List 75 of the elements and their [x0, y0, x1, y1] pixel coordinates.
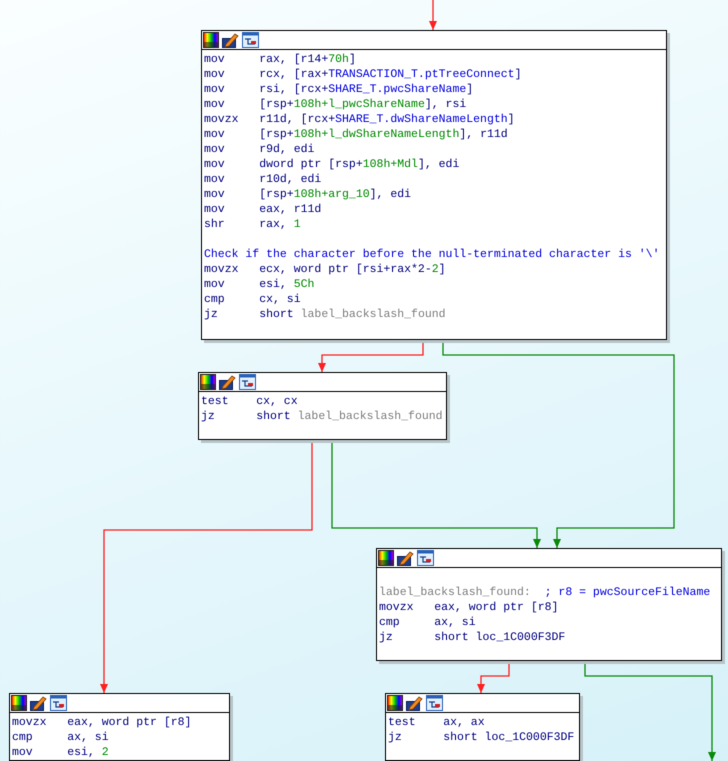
pencil-icon[interactable]: [30, 695, 47, 711]
palette-icon[interactable]: [200, 374, 216, 390]
mnemonic: mov: [204, 52, 226, 67]
operand: eax, r11d: [259, 202, 322, 217]
mnemonic: movzx: [204, 112, 240, 127]
operand: rsi, [rcx+SHARE_T.pwcShareName]: [259, 82, 474, 97]
mnemonic: mov: [204, 202, 226, 217]
operand: r9d, edi: [259, 142, 314, 157]
mnemonic: test: [201, 394, 230, 409]
operand: ax, si: [67, 730, 109, 745]
palette-icon[interactable]: [203, 32, 219, 48]
palette-icon[interactable]: [11, 695, 27, 711]
operand: cx, si: [259, 292, 301, 307]
operand: rcx, [rax+TRANSACTION_T.ptTreeConnect]: [259, 67, 522, 82]
mnemonic: shr: [204, 217, 226, 232]
operand: ax, ax: [443, 715, 485, 730]
operand: short loc_1C000F3DF: [434, 630, 566, 645]
pencil-icon[interactable]: [406, 695, 423, 711]
mnemonic: movzx: [12, 715, 48, 730]
pencil-icon[interactable]: [219, 374, 236, 390]
mnemonic: mov: [204, 172, 226, 187]
code-comment: Check if the character before the null-terminated character is '\': [204, 247, 660, 262]
graph-icon[interactable]: [50, 695, 67, 711]
palette-icon[interactable]: [378, 550, 394, 566]
operand: eax, word ptr [r8]: [67, 715, 192, 730]
mnemonic: test: [388, 715, 417, 730]
code-block[interactable]: movzx eax, word ptr [r8] cmp ax, si mov esi, 2: [9, 693, 230, 761]
mnemonic: cmp: [204, 292, 226, 307]
operand: ecx, word ptr [rsi+rax*2-2]: [259, 262, 446, 277]
mnemonic: mov: [12, 745, 34, 760]
code-block[interactable]: [201, 30, 667, 340]
mnemonic: cmp: [12, 730, 34, 745]
operand: [rsp+108h+l_pwcShareName], rsi: [259, 97, 466, 112]
mnemonic: jz: [388, 730, 403, 745]
mnemonic: movzx: [379, 600, 415, 615]
code-comment: ; r8 = pwcSourceFileName: [544, 585, 710, 600]
operand: r11d, [rcx+SHARE_T.dwShareNameLength]: [259, 112, 515, 127]
code-block[interactable]: test cx, cx jz short label_backslash_found: [198, 372, 447, 440]
mnemonic: cmp: [379, 615, 401, 630]
operand: short label_backslash_found: [259, 307, 446, 322]
mnemonic: movzx: [204, 262, 240, 277]
mnemonic: jz: [204, 307, 219, 322]
graph-icon[interactable]: [242, 32, 259, 48]
pencil-icon[interactable]: [222, 32, 239, 48]
mnemonic: mov: [204, 142, 226, 157]
mnemonic: mov: [204, 97, 226, 112]
operand: esi, 5Ch: [259, 277, 314, 292]
operand: [rsp+108h+l_dwShareNameLength], r11d: [259, 127, 508, 142]
operand: cx, cx: [256, 394, 298, 409]
operand: eax, word ptr [r8]: [434, 600, 558, 615]
operand: short label_backslash_found: [256, 409, 443, 424]
mnemonic: mov: [204, 157, 226, 172]
mnemonic: mov: [204, 277, 226, 292]
graph-icon[interactable]: [417, 550, 434, 566]
mnemonic: mov: [204, 82, 226, 97]
graph-icon[interactable]: [239, 374, 256, 390]
pencil-icon[interactable]: [397, 550, 414, 566]
palette-icon[interactable]: [387, 695, 403, 711]
mnemonic: mov: [204, 127, 226, 142]
code-block[interactable]: label_backslash_found: ; r8 = pwcSourceFileName movzx eax, word ptr [r8] cmp ax, si jz short loc_1C000F3DF: [376, 548, 722, 661]
operand: short loc_1C000F3DF: [443, 730, 574, 745]
operand: rax, [r14+70h]: [259, 52, 356, 67]
code-block[interactable]: test ax, ax jz short loc_1C000F3DF: [385, 693, 580, 761]
mnemonic: jz: [379, 630, 394, 645]
operand: r10d, edi: [259, 172, 322, 187]
operand: esi, 2: [67, 745, 109, 760]
mnemonic: mov: [204, 67, 226, 82]
operand: ax, si: [434, 615, 476, 630]
graph-icon[interactable]: [426, 695, 443, 711]
code-label: label_backslash_found:: [379, 585, 531, 600]
mnemonic: jz: [201, 409, 216, 424]
operand: [rsp+108h+arg_10], edi: [259, 187, 412, 202]
operand: rax, 1: [259, 217, 301, 232]
mnemonic: mov: [204, 187, 226, 202]
operand: dword ptr [rsp+108h+Mdl], edi: [259, 157, 460, 172]
